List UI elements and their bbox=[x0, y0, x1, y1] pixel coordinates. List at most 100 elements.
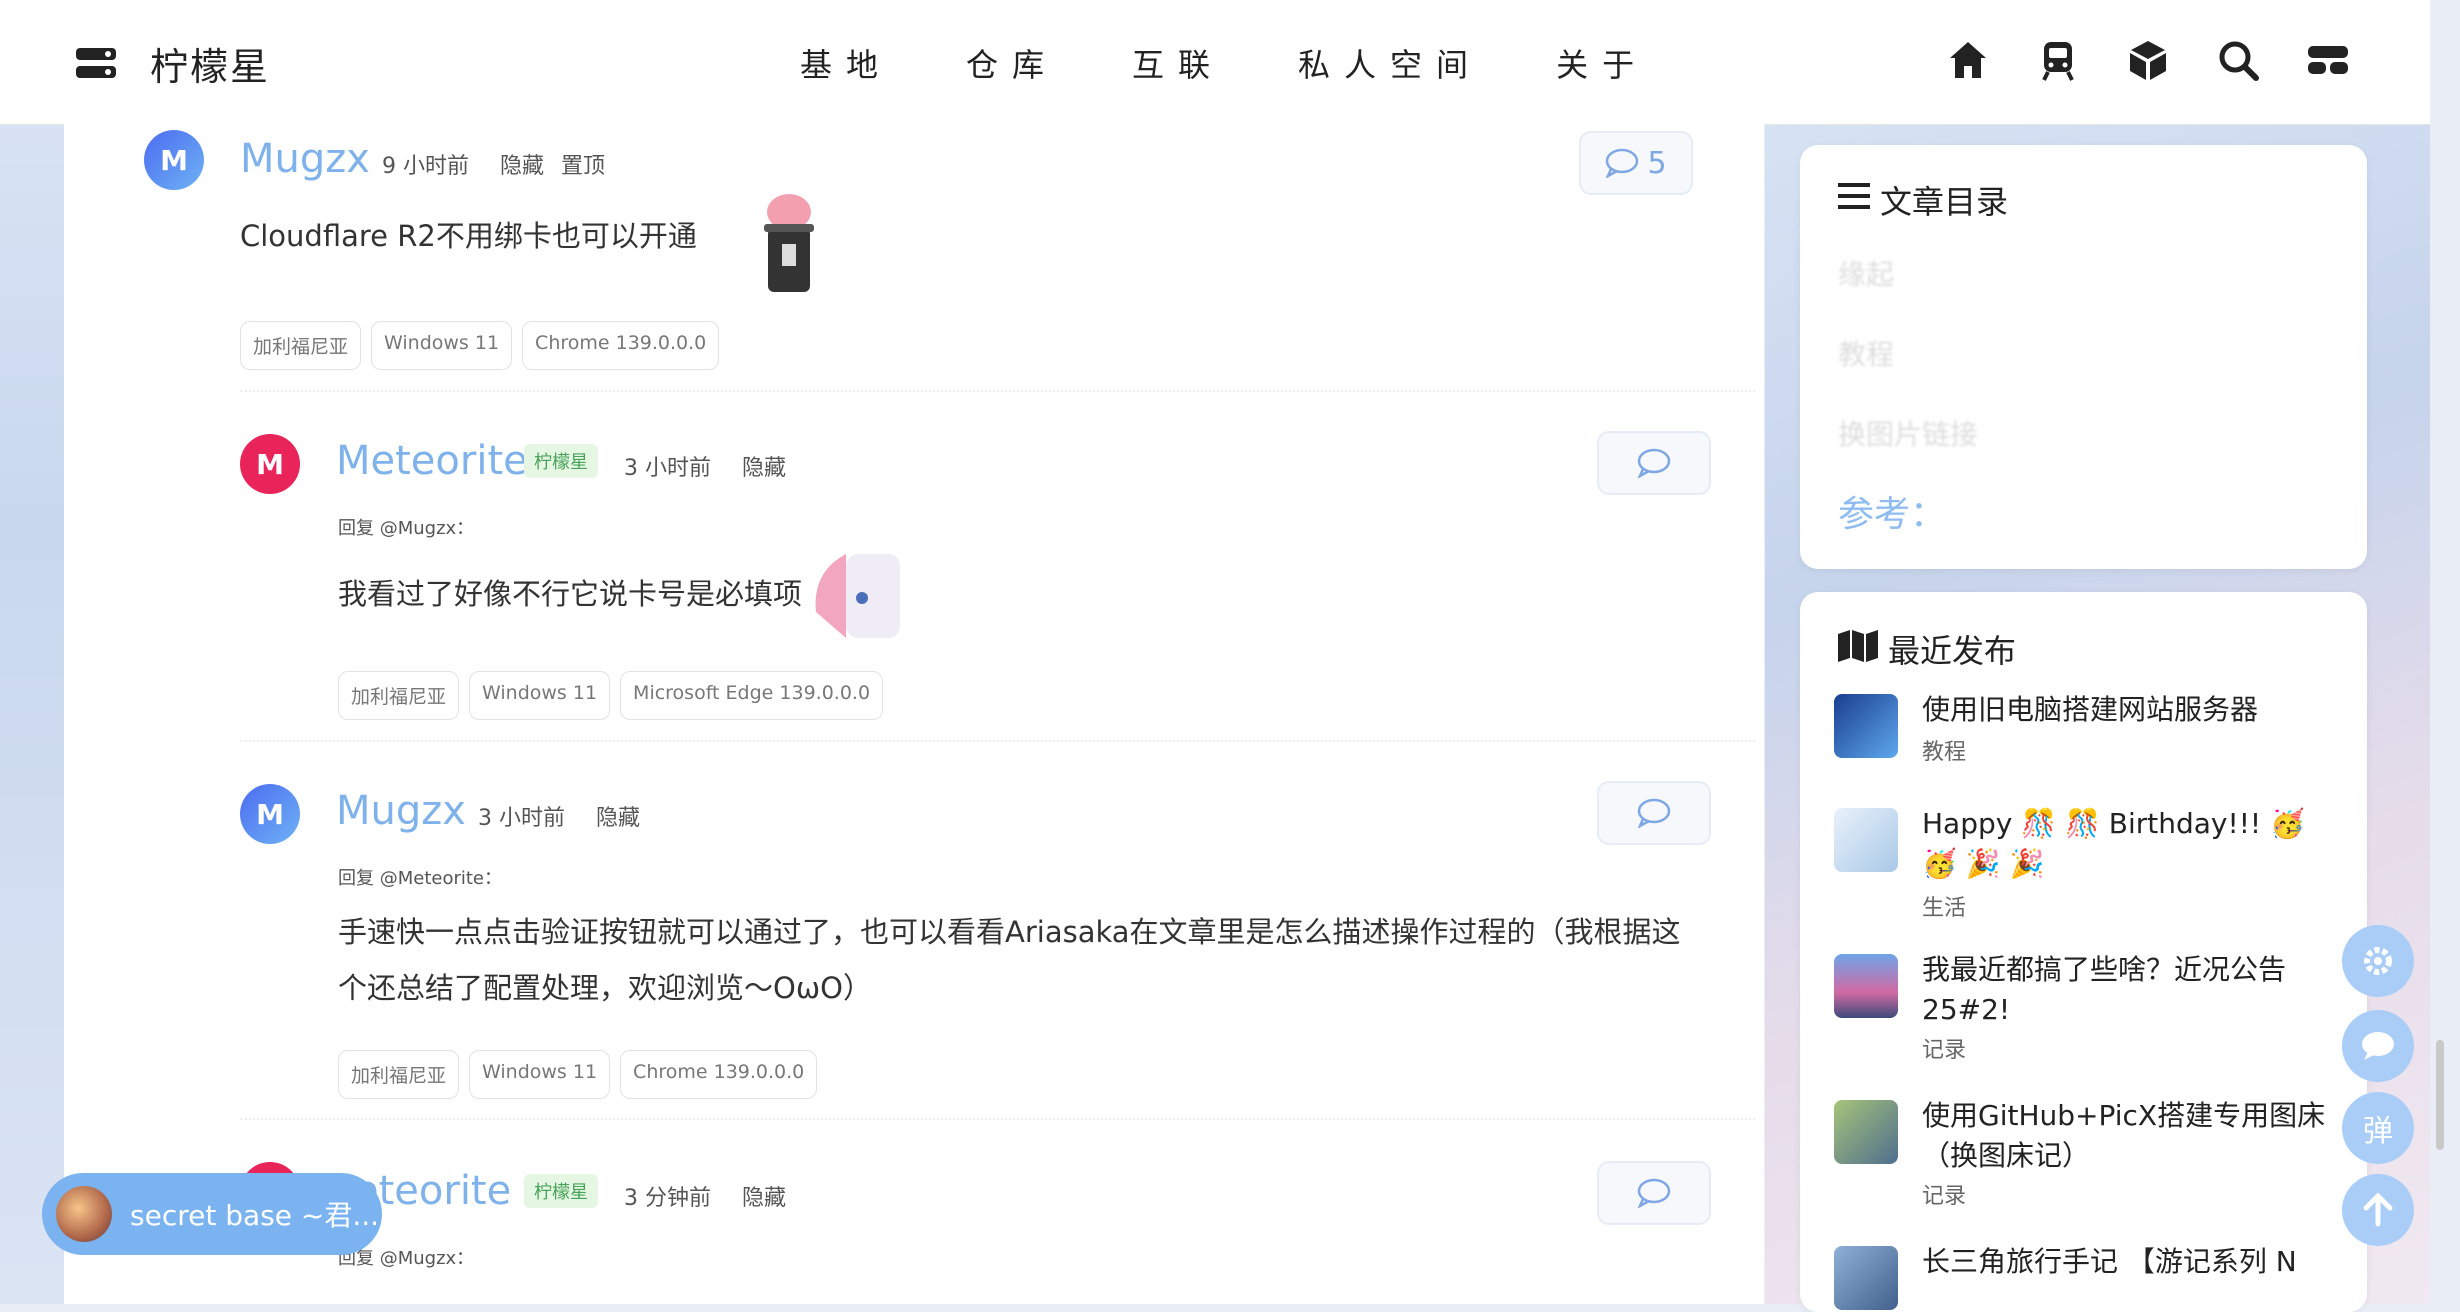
music-player[interactable]: secret base ~君... bbox=[42, 1173, 382, 1255]
reply-count: 5 bbox=[1647, 145, 1667, 181]
danmaku-button[interactable]: 弹 bbox=[2342, 1092, 2414, 1164]
arrow-up-icon bbox=[2363, 1192, 2393, 1227]
location-tag: 加利福尼亚 bbox=[338, 1050, 460, 1099]
post-category[interactable]: 生活 bbox=[1922, 890, 1966, 922]
comment-divider bbox=[240, 390, 1755, 392]
site-title[interactable]: 柠檬星 bbox=[150, 36, 270, 91]
owner-badge: 柠檬星 bbox=[524, 444, 598, 478]
post-thumbnail[interactable] bbox=[1834, 1246, 1898, 1310]
settings-icon bbox=[2364, 947, 2392, 975]
comment-author[interactable]: Mugzx bbox=[240, 136, 370, 182]
comment-meta: 3 小时前 隐藏 bbox=[478, 800, 664, 832]
avatar[interactable]: M bbox=[240, 784, 300, 844]
browser-tag: Chrome 139.0.0.0 bbox=[620, 1050, 818, 1099]
chat-bubble-icon bbox=[1637, 1178, 1671, 1208]
comment-author[interactable]: Meteorite bbox=[336, 438, 528, 484]
map-icon bbox=[1838, 630, 1878, 662]
hide-action[interactable]: 隐藏 bbox=[500, 154, 544, 179]
comment-meta: 9 小时前 隐藏 置顶 bbox=[382, 148, 629, 180]
avatar[interactable]: M bbox=[144, 130, 204, 190]
browser-tag: Chrome 139.0.0.0 bbox=[522, 321, 720, 370]
comment-time: 3 小时前 bbox=[624, 456, 711, 481]
os-tag: Windows 11 bbox=[469, 1050, 611, 1099]
recent-posts-card: 最近发布 使用旧电脑搭建网站服务器 教程 Happy 🎊 🎊 Birthday!… bbox=[1800, 592, 2367, 1312]
avatar[interactable]: M bbox=[240, 434, 300, 494]
nav-item-repo[interactable]: 仓库 bbox=[966, 40, 1058, 86]
menu-icon[interactable] bbox=[76, 46, 116, 80]
reply-button[interactable] bbox=[1597, 1161, 1711, 1225]
hide-action[interactable]: 隐藏 bbox=[742, 1186, 786, 1211]
post-title[interactable]: 使用GitHub+PicX搭建专用图床（换图床记） bbox=[1922, 1096, 2342, 1176]
page-scrollbar[interactable] bbox=[2436, 1040, 2444, 1150]
location-tag: 加利福尼亚 bbox=[240, 321, 362, 370]
recent-post[interactable]: Happy 🎊 🎊 Birthday!!! 🥳 🥳 🎉 🎉 生活 bbox=[1834, 804, 2354, 934]
recent-title: 最近发布 bbox=[1888, 632, 2017, 670]
comment-time: 9 小时前 bbox=[382, 154, 469, 179]
comment-content: 手速快一点点击验证按钮就可以通过了，也可以看看Ariasaka在文章里是怎么描述… bbox=[338, 904, 1758, 1016]
post-thumbnail[interactable] bbox=[1834, 954, 1898, 1018]
list-icon bbox=[1838, 183, 1870, 209]
cube-icon[interactable] bbox=[2126, 38, 2170, 82]
post-category[interactable]: 记录 bbox=[1922, 1178, 1966, 1210]
recent-post[interactable]: 我最近都搞了些啥？近况公告25#2! 记录 bbox=[1834, 950, 2354, 1080]
reply-button[interactable]: 5 bbox=[1579, 131, 1693, 195]
comment-meta: 3 小时前 隐藏 bbox=[624, 450, 810, 482]
nav-item-private[interactable]: 私人空间 bbox=[1298, 40, 1482, 86]
reply-to[interactable]: 回复 @Mugzx： bbox=[338, 514, 474, 540]
pin-action[interactable]: 置顶 bbox=[561, 154, 605, 179]
post-title[interactable]: 我最近都搞了些啥？近况公告25#2! bbox=[1922, 950, 2342, 1030]
comment-section: M Mugzx 9 小时前 隐藏 置顶 5 Cloudflare R2不用绑卡也… bbox=[64, 124, 1764, 1304]
toc-item[interactable]: 缘起 bbox=[1838, 253, 1894, 293]
post-thumbnail[interactable] bbox=[1834, 1100, 1898, 1164]
comment-tags: 加利福尼亚 Windows 11 Chrome 139.0.0.0 bbox=[240, 321, 720, 370]
recent-post[interactable]: 使用旧电脑搭建网站服务器 教程 bbox=[1834, 690, 2354, 790]
hide-action[interactable]: 隐藏 bbox=[596, 806, 640, 831]
main-nav: 基地 仓库 互联 私人空间 关于 bbox=[800, 40, 1722, 86]
os-tag: Windows 11 bbox=[371, 321, 513, 370]
comment-author[interactable]: Mugzx bbox=[336, 788, 466, 834]
toggle-icon[interactable] bbox=[2306, 38, 2350, 82]
album-cover[interactable] bbox=[56, 1186, 112, 1242]
home-icon[interactable] bbox=[1946, 38, 1990, 82]
recent-post[interactable]: 长三角旅行手记 【游记系列 N bbox=[1834, 1242, 2354, 1312]
comment-line: 个还总结了配置处理，欢迎浏览～OωO） bbox=[338, 971, 872, 1005]
browser-tag: Microsoft Edge 139.0.0.0 bbox=[620, 671, 884, 720]
reply-button[interactable] bbox=[1597, 431, 1711, 495]
post-title[interactable]: Happy 🎊 🎊 Birthday!!! 🥳 🥳 🎉 🎉 bbox=[1922, 804, 2342, 884]
chat-bubble-icon bbox=[1637, 448, 1671, 478]
comment-time: 3 小时前 bbox=[478, 806, 565, 831]
post-thumbnail[interactable] bbox=[1834, 694, 1898, 758]
comment-tags: 加利福尼亚 Windows 11 Microsoft Edge 139.0.0.… bbox=[338, 671, 884, 720]
nav-item-about[interactable]: 关于 bbox=[1556, 40, 1648, 86]
chat-bubble-icon bbox=[1606, 148, 1639, 178]
toc-item[interactable]: 教程 bbox=[1838, 333, 1894, 373]
post-title[interactable]: 使用旧电脑搭建网站服务器 bbox=[1922, 690, 2342, 730]
post-category[interactable]: 教程 bbox=[1922, 734, 1966, 766]
recent-post[interactable]: 使用GitHub+PicX搭建专用图床（换图床记） 记录 bbox=[1834, 1096, 2354, 1226]
trash-can-sticker bbox=[764, 194, 814, 292]
comment-content: 我看过了好像不行它说卡号是必填项 bbox=[338, 577, 803, 611]
comment-tags: 加利福尼亚 Windows 11 Chrome 139.0.0.0 bbox=[338, 1050, 818, 1099]
back-to-top-button[interactable] bbox=[2342, 1174, 2414, 1246]
reply-button[interactable] bbox=[1597, 781, 1711, 845]
nav-item-base[interactable]: 基地 bbox=[800, 40, 892, 86]
comment-divider bbox=[240, 1118, 1755, 1120]
os-tag: Windows 11 bbox=[469, 671, 611, 720]
post-category[interactable]: 记录 bbox=[1922, 1032, 1966, 1064]
top-navbar: 柠檬星 基地 仓库 互联 私人空间 关于 bbox=[0, 0, 2430, 125]
music-title: secret base ~君... bbox=[130, 1199, 380, 1232]
post-title[interactable]: 长三角旅行手记 【游记系列 N bbox=[1922, 1242, 2342, 1282]
train-icon[interactable] bbox=[2036, 38, 2080, 82]
search-icon[interactable] bbox=[2216, 38, 2260, 82]
toc-item-active[interactable]: 参考： bbox=[1838, 485, 1946, 537]
comment-line: 手速快一点点击验证按钮就可以通过了，也可以看看Ariasaka在文章里是怎么描述… bbox=[338, 915, 1681, 949]
post-thumbnail[interactable] bbox=[1834, 808, 1898, 872]
settings-button[interactable] bbox=[2342, 925, 2414, 997]
comment-content: Cloudflare R2不用绑卡也可以开通 bbox=[240, 219, 697, 253]
chat-button[interactable] bbox=[2342, 1010, 2414, 1082]
reply-to[interactable]: 回复 @Meteorite： bbox=[338, 864, 502, 890]
toc-title: 文章目录 bbox=[1880, 183, 2009, 221]
nav-item-links[interactable]: 互联 bbox=[1132, 40, 1224, 86]
toc-item[interactable]: 换图片链接 bbox=[1838, 413, 1978, 453]
hide-action[interactable]: 隐藏 bbox=[742, 456, 786, 481]
